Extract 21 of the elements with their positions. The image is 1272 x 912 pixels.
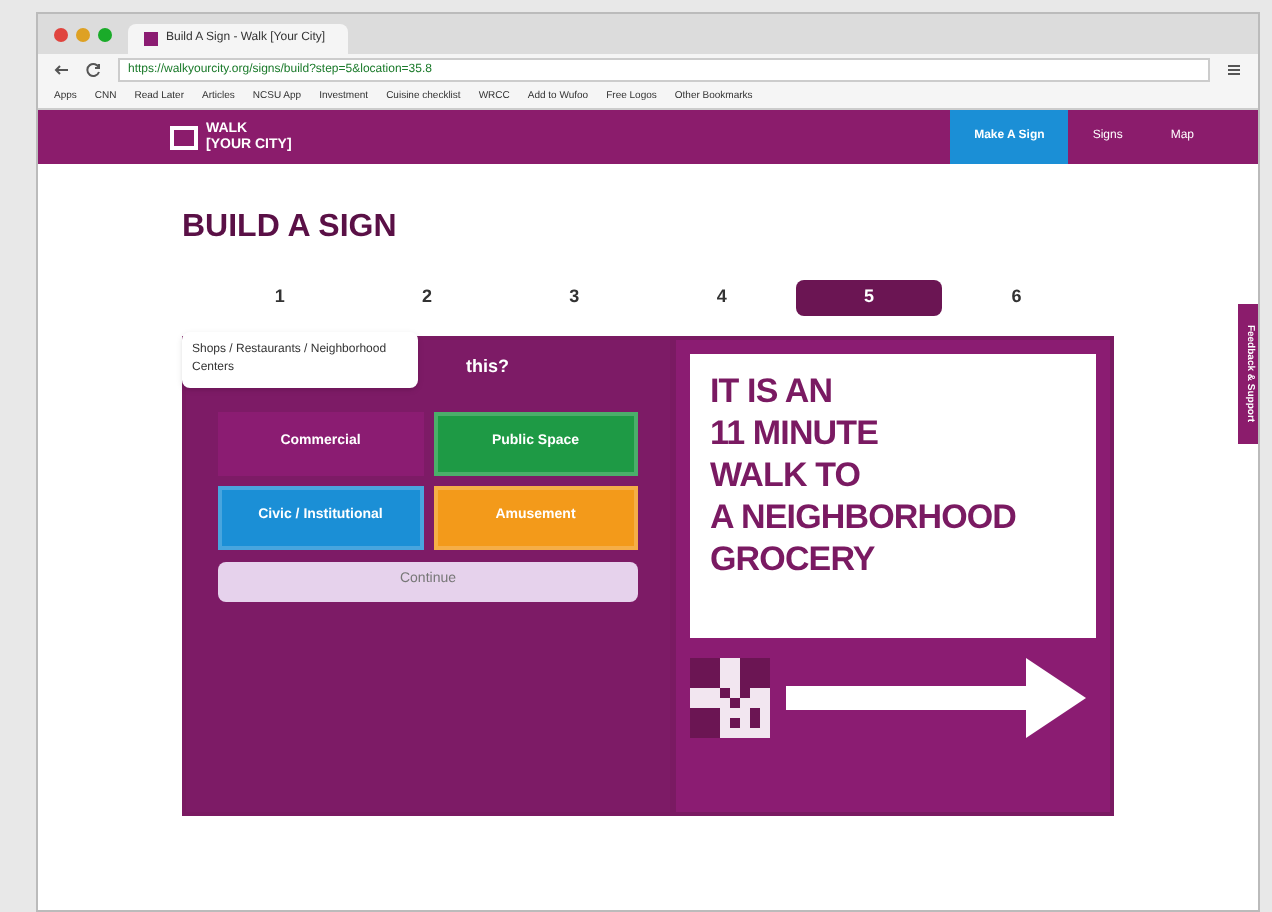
- question-heading: this?: [466, 353, 509, 380]
- menu-icon[interactable]: [1226, 62, 1242, 78]
- sign-text: A NEIGHBORHOOD: [710, 495, 1019, 537]
- sign-logo-icon: [170, 125, 198, 149]
- reload-icon[interactable]: [86, 62, 102, 78]
- step-tab[interactable]: 6: [942, 280, 1091, 315]
- close-window-icon[interactable]: [54, 27, 68, 41]
- sign-text: 11 MINUTE: [710, 411, 881, 453]
- step-tab[interactable]: 3: [500, 280, 649, 315]
- back-icon[interactable]: [54, 62, 70, 78]
- favicon-icon: [144, 32, 158, 46]
- sign-text: WALK TO: [710, 453, 863, 495]
- step-tab[interactable]: 4: [648, 280, 796, 315]
- qr-code-icon: [690, 657, 770, 737]
- sign-text: GROCERY: [710, 537, 877, 579]
- page-title: BUILD A SIGN: [182, 208, 399, 248]
- step-tab[interactable]: 2: [353, 280, 501, 315]
- right-arrow-icon: [786, 657, 1086, 737]
- step-tab[interactable]: 5: [795, 280, 943, 315]
- sign-text: IT IS AN: [710, 369, 835, 411]
- step-tab[interactable]: 1: [206, 280, 354, 315]
